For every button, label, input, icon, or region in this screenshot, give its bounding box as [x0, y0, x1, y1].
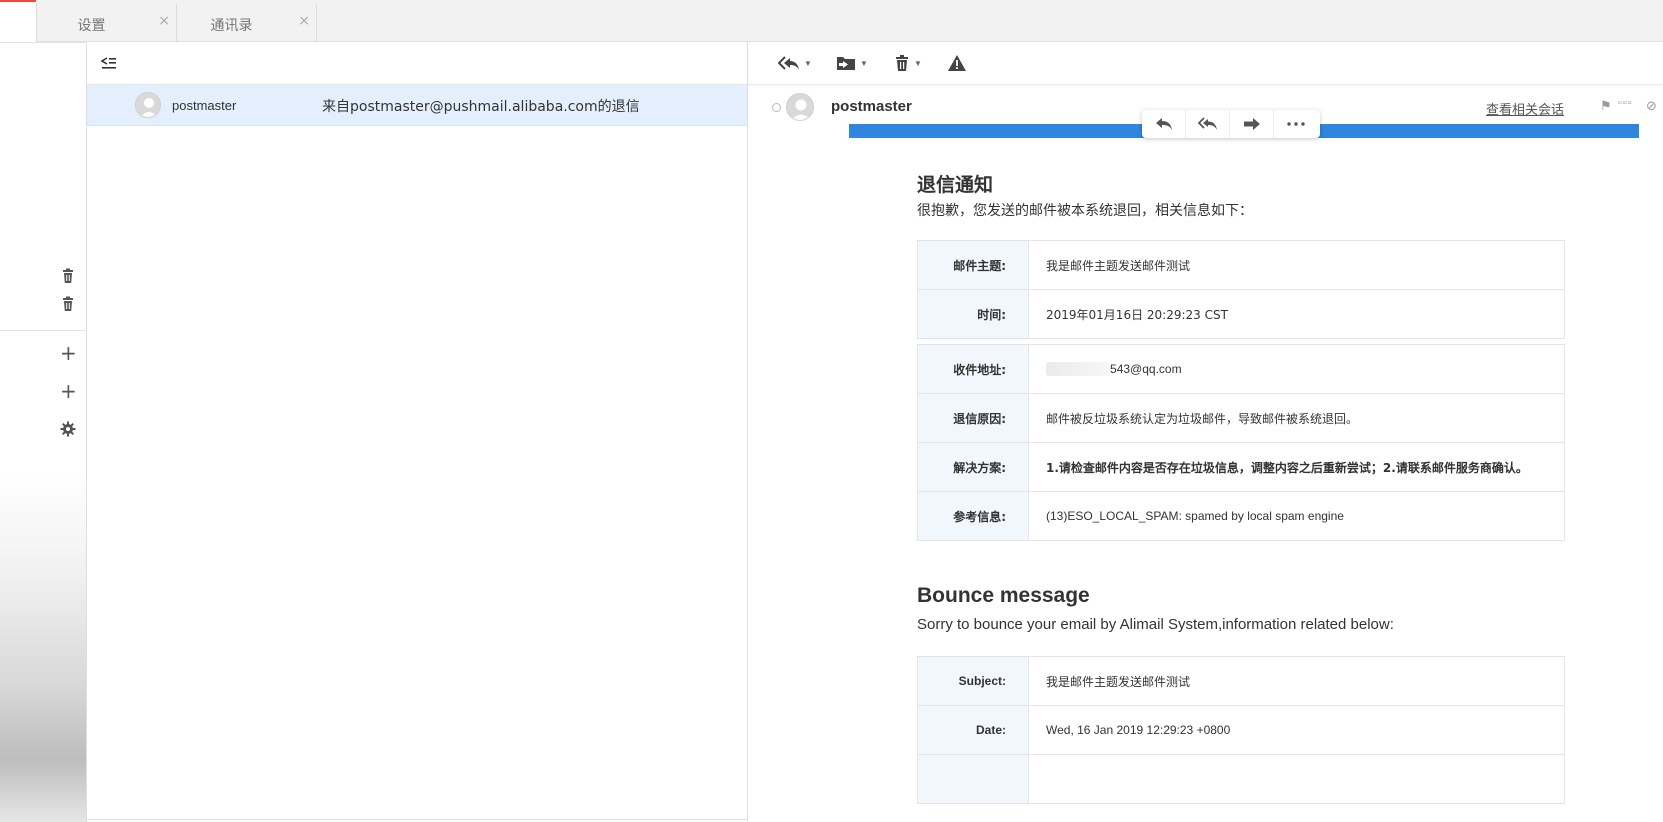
reply-icon: [1155, 118, 1172, 130]
tab-label: 通讯录: [210, 18, 253, 34]
reply-button[interactable]: [1142, 110, 1186, 138]
chevron-down-icon: ▼: [804, 58, 812, 68]
bounce-title-cn: 退信通知: [917, 174, 994, 196]
more-actions-button[interactable]: [1274, 110, 1318, 138]
tab-label: 设置: [77, 18, 106, 34]
sender-name[interactable]: postmaster: [831, 98, 912, 115]
field-label: [917, 754, 1029, 804]
close-icon[interactable]: ×: [158, 13, 170, 29]
sidebar-divider: [0, 42, 86, 43]
chevron-down-icon: ▼: [860, 58, 868, 68]
trash-icon[interactable]: [60, 296, 76, 312]
redacted-text: XXXXXXXX: [1046, 362, 1111, 376]
recipient-address-cell: XXXXXXXX543@qq.com: [1028, 344, 1565, 394]
field-value: 1.请检查邮件内容是否存在垃圾信息，调整内容之后重新尝试；2.请联系邮件服务商确…: [1028, 442, 1565, 492]
field-label: Subject:: [917, 656, 1029, 706]
delete-button[interactable]: ▼: [894, 53, 922, 73]
delete-icon: [896, 55, 908, 71]
message-subject: 来自postmaster@pushmail.alibaba.com的退信: [322, 99, 640, 115]
reply-all-icon: [778, 56, 799, 70]
list-toolbar: [87, 42, 747, 85]
field-value: 543@qq.com: [1110, 362, 1182, 376]
table-row: 收件地址: XXXXXXXX543@qq.com: [917, 344, 1565, 394]
table-row: 退信原因: 邮件被反垃圾系统认定为垃圾邮件，导致邮件被系统退回。: [917, 393, 1565, 443]
collapse-list-icon[interactable]: [100, 55, 117, 74]
avatar: [135, 92, 161, 118]
field-label: 退信原因:: [917, 393, 1029, 443]
report-spam-button[interactable]: [948, 53, 966, 73]
field-value: Wed, 16 Jan 2019 12:29:23 +0800: [1028, 705, 1565, 755]
report-spam-icon: [948, 55, 966, 71]
field-value: [1028, 754, 1565, 804]
forward-button[interactable]: [1230, 110, 1274, 138]
tab-active-mail[interactable]: [0, 0, 36, 42]
tab-divider: [316, 4, 317, 42]
flag-icon[interactable]: ⚑: [1600, 98, 1612, 114]
message-list-pane: postmaster 来自postmaster@pushmail.alibaba…: [87, 42, 748, 822]
table-row: [917, 754, 1565, 804]
more-icon: [1287, 122, 1305, 126]
field-label: 收件地址:: [917, 344, 1029, 394]
field-label: 时间:: [917, 289, 1029, 339]
tab-bar: 设置 × 通讯录 ×: [0, 0, 1663, 42]
field-label: 邮件主题:: [917, 240, 1029, 290]
field-value: 我是邮件主题发送邮件测试: [1028, 240, 1565, 290]
table-row: Subject: 我是邮件主题发送邮件测试: [917, 656, 1565, 706]
bounce-table-cn-2: 收件地址: XXXXXXXX543@qq.com 退信原因: 邮件被反垃圾系统认…: [917, 344, 1565, 541]
field-value: 邮件被反垃圾系统认定为垃圾邮件，导致邮件被系统退回。: [1028, 393, 1565, 443]
reply-all-button[interactable]: [1186, 110, 1230, 138]
tab-contacts[interactable]: 通讯录 ×: [176, 4, 316, 42]
field-value: (13)ESO_LOCAL_SPAM: spamed by local spam…: [1028, 491, 1565, 541]
sidebar-divider: [0, 330, 86, 331]
folder-sidebar: + +: [0, 42, 87, 822]
table-row: 解决方案: 1.请检查邮件内容是否存在垃圾信息，调整内容之后重新尝试；2.请联系…: [917, 442, 1565, 492]
bounce-intro-en: Sorry to bounce your email by Alimail Sy…: [917, 616, 1394, 633]
plus-icon[interactable]: +: [60, 343, 77, 363]
bounce-table-en-1: Subject: 我是邮件主题发送邮件测试 Date: Wed, 16 Jan …: [917, 656, 1565, 804]
bounce-title-en: Bounce message: [917, 584, 1090, 607]
table-row: Date: Wed, 16 Jan 2019 12:29:23 +0800: [917, 705, 1565, 755]
table-row: 时间: 2019年01月16日 20:29:23 CST: [917, 289, 1565, 339]
mail-body: 退信通知 很抱歉，您发送的邮件被本系统退回，相关信息如下： 邮件主题: 我是邮件…: [849, 138, 1639, 822]
message-sender: postmaster: [172, 98, 237, 113]
reading-pane: ▼ ▼ ▼ postmaster 查看相关会话 ⚑ ▫▫▫ ⊘ 退信通知 很抱歉…: [748, 42, 1663, 822]
bounce-table-cn-1: 邮件主题: 我是邮件主题发送邮件测试 时间: 2019年01月16日 20:29…: [917, 240, 1565, 339]
table-row: 参考信息: (13)ESO_LOCAL_SPAM: spamed by loca…: [917, 491, 1565, 541]
close-icon[interactable]: ×: [298, 13, 310, 29]
field-value: 我是邮件主题发送邮件测试: [1028, 656, 1565, 706]
forward-icon: [1243, 118, 1260, 130]
field-label: 解决方案:: [917, 442, 1029, 492]
move-button[interactable]: ▼: [836, 53, 868, 73]
related-conversation-link[interactable]: 查看相关会话: [1486, 99, 1564, 118]
gear-icon[interactable]: [60, 421, 76, 437]
field-label: 参考信息:: [917, 491, 1029, 541]
list-divider: [87, 819, 747, 820]
chevron-down-icon: ▼: [914, 58, 922, 68]
reading-toolbar: ▼ ▼ ▼: [748, 42, 1663, 85]
field-value: 2019年01月16日 20:29:23 CST: [1028, 289, 1565, 339]
field-label: Date:: [917, 705, 1029, 755]
more-icon[interactable]: ▫▫▫: [1618, 97, 1633, 109]
bounce-intro-cn: 很抱歉，您发送的邮件被本系统退回，相关信息如下：: [917, 203, 1253, 219]
trash-icon[interactable]: [60, 268, 76, 284]
tab-settings[interactable]: 设置 ×: [36, 4, 176, 42]
plus-icon[interactable]: +: [60, 381, 77, 401]
move-to-folder-icon: [837, 57, 855, 70]
read-status-toggle[interactable]: [772, 103, 781, 112]
table-row: 邮件主题: 我是邮件主题发送邮件测试: [917, 240, 1565, 290]
attachment-icon[interactable]: ⊘: [1646, 98, 1657, 114]
quick-action-bar: [1142, 110, 1320, 138]
reply-all-button[interactable]: ▼: [778, 53, 812, 73]
list-item[interactable]: postmaster 来自postmaster@pushmail.alibaba…: [87, 85, 747, 126]
reply-all-icon: [1197, 117, 1217, 130]
avatar: [786, 93, 814, 121]
